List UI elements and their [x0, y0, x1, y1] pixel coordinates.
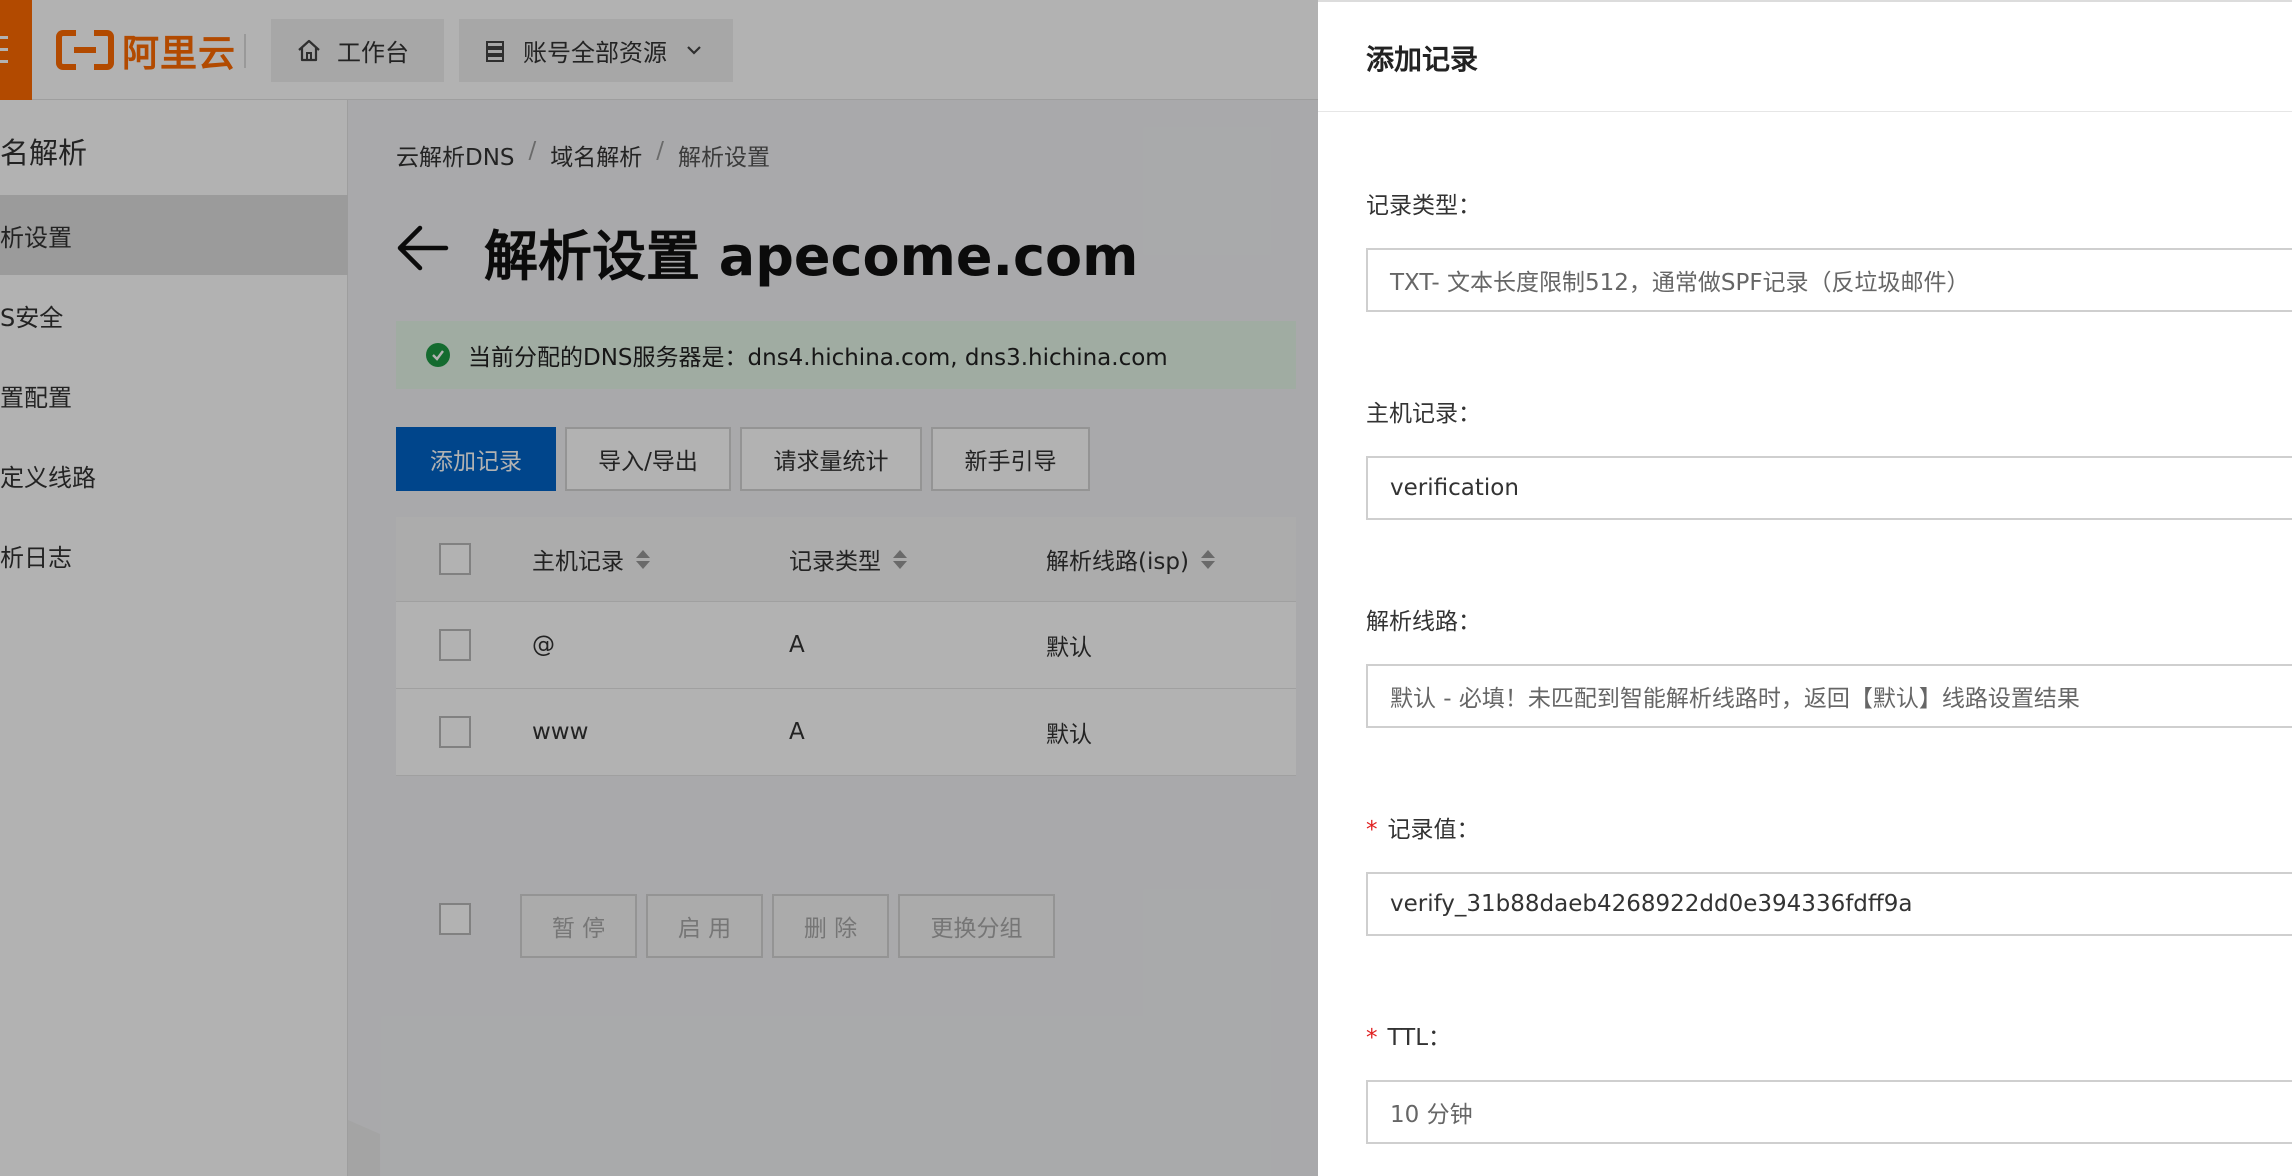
- host-record-label: 主机记录：: [1366, 394, 1481, 428]
- host-record-value: verification: [1390, 475, 1519, 501]
- ttl-value: 10 分钟: [1390, 1102, 1473, 1128]
- ttl-label-text: TTL：: [1387, 1025, 1452, 1051]
- host-record-input[interactable]: verification: [1366, 456, 2292, 520]
- record-value-label: * 记录值：: [1366, 810, 1480, 844]
- required-mark: *: [1366, 817, 1378, 843]
- record-value-value: verify_31b88daeb4268922dd0e394336fdff9a: [1390, 891, 1913, 917]
- record-type-label: 记录类型：: [1366, 186, 1481, 220]
- resolution-line-value: 默认 - 必填！未匹配到智能解析线路时，返回【默认】线路设置结果: [1390, 686, 2080, 712]
- record-type-select[interactable]: TXT- 文本长度限制512，通常做SPF记录（反垃圾邮件）: [1366, 248, 2292, 312]
- record-value-label-text: 记录值：: [1387, 817, 1480, 843]
- record-value-input[interactable]: verify_31b88daeb4268922dd0e394336fdff9a: [1366, 872, 2292, 936]
- ttl-select[interactable]: 10 分钟: [1366, 1080, 2292, 1144]
- required-mark: *: [1366, 1025, 1378, 1051]
- add-record-drawer: 添加记录 记录类型： TXT- 文本长度限制512，通常做SPF记录（反垃圾邮件…: [1318, 0, 2292, 1176]
- drawer-title: 添加记录: [1366, 43, 1479, 76]
- record-type-label-text: 记录类型：: [1366, 193, 1481, 219]
- drawer-header: 添加记录: [1318, 2, 2292, 112]
- resolution-line-label-text: 解析线路：: [1366, 609, 1481, 635]
- host-record-label-text: 主机记录：: [1366, 401, 1481, 427]
- ttl-label: * TTL：: [1366, 1018, 1451, 1052]
- resolution-line-label: 解析线路：: [1366, 602, 1481, 636]
- resolution-line-select[interactable]: 默认 - 必填！未匹配到智能解析线路时，返回【默认】线路设置结果: [1366, 664, 2292, 728]
- record-type-value: TXT- 文本长度限制512，通常做SPF记录（反垃圾邮件）: [1390, 270, 1970, 296]
- modal-mask[interactable]: [0, 0, 1318, 1176]
